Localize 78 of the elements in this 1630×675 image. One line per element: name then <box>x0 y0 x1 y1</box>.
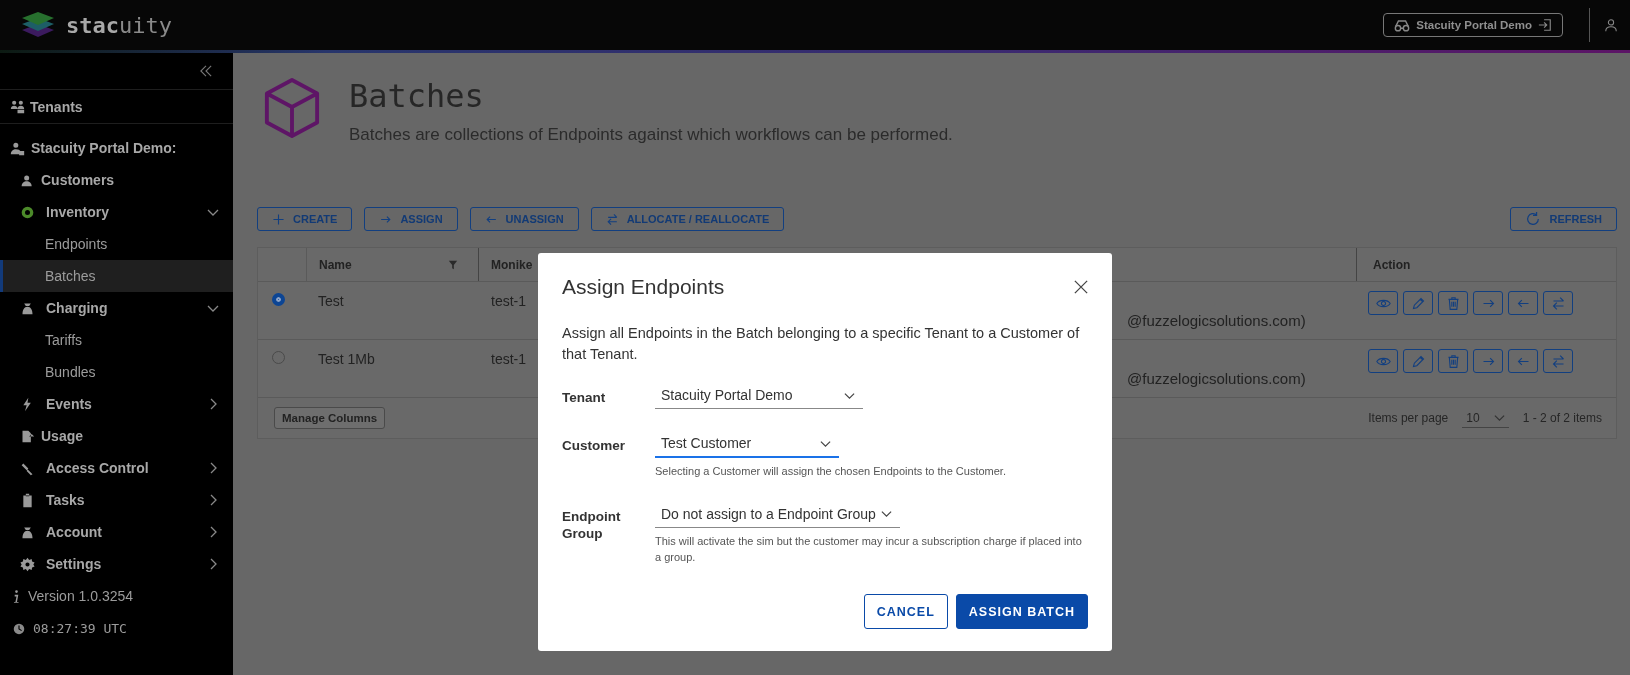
cube-icon <box>263 77 321 139</box>
document-icon <box>20 428 35 444</box>
tenant-button[interactable]: Stacuity Portal Demo <box>1383 13 1563 37</box>
clock-text: 08:27:39 UTC <box>33 620 127 636</box>
field-label: Endpoint Group <box>562 507 622 544</box>
helper-text: This will activate the sim but the customer may incur a subscription charge if placed into a group. <box>655 533 1083 566</box>
arrow-left-button[interactable] <box>1508 349 1538 373</box>
people-icon <box>10 99 25 114</box>
cancel-button[interactable]: CANCEL <box>863 594 948 629</box>
select-field[interactable]: Test Customer <box>655 431 839 459</box>
logo-text: stacuity <box>66 12 172 38</box>
person-icon <box>10 140 25 156</box>
sidebar-section-title: Stacuity Portal Demo: <box>31 140 177 156</box>
swap-icon <box>1550 295 1566 311</box>
arrow-right-button[interactable] <box>1473 291 1503 315</box>
dialog-description: Assign all Endpoints in the Batch belonging to a specific Tenant to a Customer of that Tenant. <box>562 324 1081 364</box>
clipboard-icon <box>20 492 35 508</box>
table-cell: test-1 <box>491 351 526 367</box>
sidebar-subitem[interactable]: Batches <box>0 260 233 292</box>
swap-button[interactable] <box>1543 291 1573 315</box>
swap-icon <box>1550 353 1566 369</box>
pencil-button[interactable] <box>1403 291 1433 315</box>
sidebar-item[interactable]: Settings <box>46 556 102 572</box>
chevron-down-icon <box>881 508 892 520</box>
swap-button[interactable] <box>1543 349 1573 373</box>
sidebar-item[interactable]: Inventory <box>46 204 109 220</box>
page-description: Batches are collections of Endpoints against which workflows can be performed. <box>349 125 953 145</box>
filter-icon[interactable] <box>448 259 458 270</box>
table-cell: test-1 <box>491 293 526 309</box>
field-label: Tenant <box>562 389 607 408</box>
sidebar-subitem[interactable]: Endpoints <box>0 228 233 260</box>
trash-button[interactable] <box>1438 349 1468 373</box>
sidebar-item[interactable]: Tasks <box>46 492 85 508</box>
items-per-page-label: Items per page <box>1368 411 1449 425</box>
assign-button[interactable]: ASSIGN BATCH <box>955 594 1088 629</box>
pencil-icon <box>1410 353 1426 369</box>
clock-icon <box>12 621 26 635</box>
table-cell: Test <box>318 293 344 309</box>
arrow-left-button[interactable] <box>1508 291 1538 315</box>
chevron-down-icon <box>1493 412 1505 423</box>
select-field[interactable]: Do not assign to a Endpoint Group <box>655 501 900 528</box>
refresh-icon <box>1525 211 1542 227</box>
sidebar-item[interactable]: Customers <box>41 172 115 188</box>
sign-in-icon <box>1538 18 1552 32</box>
sidebar-item[interactable]: Usage <box>41 428 84 444</box>
info-icon <box>12 588 21 604</box>
plus-icon <box>272 212 285 226</box>
sidebar-item[interactable]: Charging <box>46 300 108 316</box>
glasses-icon <box>1394 18 1411 32</box>
swap-icon <box>605 212 619 226</box>
user-icon[interactable] <box>1604 18 1618 32</box>
version-text: Version 1.0.3254 <box>28 588 134 604</box>
arrow-right-button[interactable] <box>1473 349 1503 373</box>
pencil-icon <box>1410 295 1426 311</box>
table-cell: @fuzzelogicsolutions.com) <box>1127 370 1306 387</box>
view-button[interactable] <box>1368 349 1398 373</box>
helper-text: Selecting a Customer will assign the chosen Endpoints to the Customer. <box>655 464 1007 480</box>
sidebar-item[interactable]: Events <box>46 396 92 412</box>
view-button[interactable] <box>1368 291 1398 315</box>
collapse-icon[interactable] <box>199 65 213 77</box>
trash-button[interactable] <box>1438 291 1468 315</box>
pagination-range: 1 - 2 of 2 items <box>1522 411 1602 425</box>
table-cell: Test 1Mb <box>318 351 375 367</box>
sidebar-subitem[interactable]: Bundles <box>0 356 233 388</box>
select-field[interactable]: Stacuity Portal Demo <box>655 383 863 410</box>
page-title: Batches <box>349 77 485 115</box>
dialog-title: Assign Endpoints <box>562 275 725 299</box>
sidebar-item[interactable]: Account <box>46 524 102 540</box>
close-icon[interactable] <box>1074 280 1088 294</box>
sidebar-item[interactable]: Tenants <box>30 98 83 115</box>
sidebar-subitem[interactable]: Tariffs <box>0 324 233 356</box>
row-radio[interactable] <box>272 293 285 306</box>
logo-icon <box>20 10 56 40</box>
settings-icon <box>20 556 35 572</box>
field-label: Customer <box>562 437 626 456</box>
table-cell: @fuzzelogicsolutions.com) <box>1127 312 1306 329</box>
sidebar-item[interactable]: Access Control <box>46 460 149 476</box>
pencil-button[interactable] <box>1403 349 1433 373</box>
